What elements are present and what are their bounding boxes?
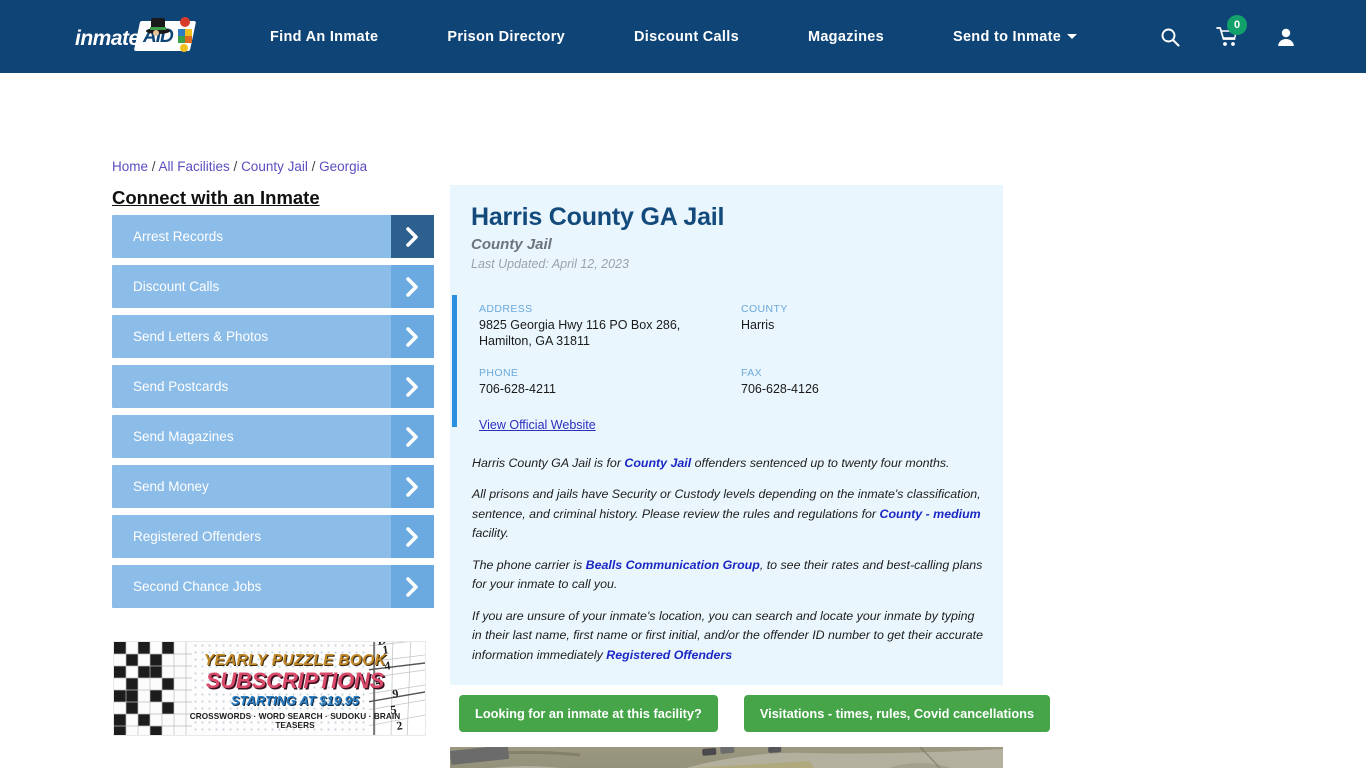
desc-text: Harris County GA Jail is for (472, 455, 625, 470)
connect-sidebar: Arrest Records Discount Calls Send Lette… (112, 215, 434, 615)
link-county-jail[interactable]: County Jail (624, 456, 691, 470)
nav-magazines[interactable]: Magazines (808, 29, 884, 45)
cart-count-badge: 0 (1227, 14, 1247, 35)
sidebar-item-send-postcards[interactable]: Send Postcards (112, 365, 434, 408)
sidebar-item-send-money[interactable]: Send Money (112, 465, 434, 508)
phone-label: PHONE (479, 367, 519, 379)
desc-text: The phone carrier is (472, 557, 586, 572)
address-line-2: Hamilton, GA 31811 (479, 333, 590, 348)
sidebar-item-second-chance-jobs[interactable]: Second Chance Jobs (112, 565, 434, 608)
breadcrumb: Home / All Facilities / County Jail / Ge… (112, 159, 367, 174)
link-phone-carrier[interactable]: Bealls Communication Group (586, 558, 760, 572)
inmate-search-button[interactable]: Looking for an inmate at this facility? (459, 695, 718, 732)
puzzle-book-ad-banner[interactable]: D 1 4 4 9 5 2 YEARLY PUZZLE BOOK SUBSCRI… (113, 641, 426, 736)
breadcrumb-item-home[interactable]: Home (112, 159, 148, 174)
address-line-1: 9825 Georgia Hwy 116 PO Box 286, (479, 318, 681, 332)
breadcrumb-item-georgia[interactable]: Georgia (319, 159, 367, 174)
desc-text: offenders sentenced up to twenty four mo… (691, 455, 950, 470)
nav-prison-directory[interactable]: Prison Directory (447, 29, 565, 45)
fax-value: 706-628-4126 (741, 382, 819, 396)
action-button-row: Looking for an inmate at this facility? … (459, 695, 1051, 732)
county-value: Harris (741, 318, 775, 332)
sidebar-item-label: Send Letters & Photos (133, 329, 269, 344)
fax-label: FAX (741, 367, 763, 379)
search-icon[interactable] (1160, 27, 1180, 47)
chevron-right-icon (391, 365, 434, 408)
logo-wordmark: inmate (75, 26, 140, 50)
sidebar-item-label: Send Postcards (133, 379, 229, 394)
accent-bar (452, 295, 457, 427)
breadcrumb-item-county-jail[interactable]: County Jail (241, 159, 308, 174)
header-icon-group: 0 (1160, 14, 1296, 48)
description-paragraph-2: All prisons and jails have Security or C… (472, 485, 983, 544)
facility-description: Harris County GA Jail is for County Jail… (450, 454, 1003, 686)
facility-last-updated: Last Updated: April 12, 2023 (471, 257, 629, 271)
site-header: inmate AID Find An Inmate Prison Directo… (0, 0, 1366, 73)
chevron-right-icon (391, 415, 434, 458)
facility-aerial-map[interactable] (450, 747, 1003, 768)
view-official-website-link[interactable]: View Official Website (479, 418, 596, 432)
sidebar-item-label: Registered Offenders (133, 529, 262, 544)
link-registered-offenders[interactable]: Registered Offenders (606, 648, 732, 662)
breadcrumb-separator: / (229, 159, 242, 174)
chevron-right-icon (391, 265, 434, 308)
breadcrumb-item-all-facilities[interactable]: All Facilities (159, 159, 230, 174)
nav-send-to-inmate[interactable]: Send to Inmate (952, 28, 1078, 45)
sidebar-item-label: Send Magazines (133, 429, 234, 444)
link-county-medium[interactable]: County - medium (880, 507, 981, 521)
sidebar-item-discount-calls[interactable]: Discount Calls (112, 265, 434, 308)
user-account-icon[interactable] (1276, 27, 1296, 47)
desc-text: facility. (472, 526, 509, 540)
chevron-right-icon (391, 465, 434, 508)
breadcrumb-separator: / (148, 159, 159, 174)
crossword-grid-graphic (114, 642, 192, 735)
breadcrumb-separator: / (307, 159, 320, 174)
facility-title: Harris County GA Jail (471, 203, 725, 231)
sidebar-item-label: Arrest Records (133, 229, 224, 244)
sidebar-item-send-letters-photos[interactable]: Send Letters & Photos (112, 315, 434, 358)
facility-header: Harris County GA Jail County Jail Last U… (450, 185, 1003, 285)
facility-info-card: Harris County GA Jail County Jail Last U… (450, 185, 1003, 685)
description-paragraph-4: If you are unsure of your inmate's locat… (472, 607, 983, 666)
address-label: ADDRESS (479, 303, 533, 315)
logo-character-icon (145, 15, 171, 42)
nav-send-to-inmate-label: Send to Inmate (952, 28, 1062, 45)
description-paragraph-3: The phone carrier is Bealls Communicatio… (472, 556, 983, 595)
ad-price-line: STARTING AT $19.95 (230, 693, 360, 708)
facility-contact-block: ADDRESS 9825 Georgia Hwy 116 PO Box 286,… (450, 285, 1003, 454)
chevron-right-icon (391, 565, 434, 608)
facility-type: County Jail (471, 236, 552, 253)
ad-categories-line: CROSSWORDS · WORD SEARCH · SUDOKU · BRAI… (189, 712, 401, 730)
logo-balloons-icon (175, 16, 195, 58)
page-title: Connect with an Inmate (112, 187, 320, 208)
phone-value: 706-628-4211 (479, 382, 556, 396)
description-paragraph-1: Harris County GA Jail is for County Jail… (472, 454, 983, 474)
address-field: ADDRESS 9825 Georgia Hwy 116 PO Box 286,… (479, 303, 741, 349)
sidebar-item-label: Send Money (133, 479, 209, 494)
ad-headline-2: SUBSCRIPTIONS (205, 668, 385, 693)
phone-field: PHONE 706-628-4211 (479, 367, 741, 398)
chevron-right-icon (391, 215, 434, 258)
fax-field: FAX 706-628-4126 (741, 367, 1003, 398)
county-label: COUNTY (741, 303, 788, 315)
sidebar-item-registered-offenders[interactable]: Registered Offenders (112, 515, 434, 558)
nav-find-an-inmate[interactable]: Find An Inmate (270, 29, 378, 45)
chevron-right-icon (391, 515, 434, 558)
sidebar-item-label: Discount Calls (133, 279, 220, 294)
sidebar-item-label: Second Chance Jobs (133, 579, 262, 594)
sidebar-item-send-magazines[interactable]: Send Magazines (112, 415, 434, 458)
sidebar-item-arrest-records[interactable]: Arrest Records (112, 215, 434, 258)
county-field: COUNTY Harris (741, 303, 1003, 349)
nav-discount-calls[interactable]: Discount Calls (634, 29, 739, 45)
main-navigation: Find An Inmate Prison Directory Discount… (270, 28, 1078, 45)
cart-icon[interactable]: 0 (1216, 14, 1247, 48)
site-logo[interactable]: inmate AID (75, 15, 197, 59)
chevron-right-icon (391, 315, 434, 358)
chevron-down-icon (1067, 33, 1078, 39)
visitations-button[interactable]: Visitations - times, rules, Covid cancel… (743, 695, 1051, 732)
